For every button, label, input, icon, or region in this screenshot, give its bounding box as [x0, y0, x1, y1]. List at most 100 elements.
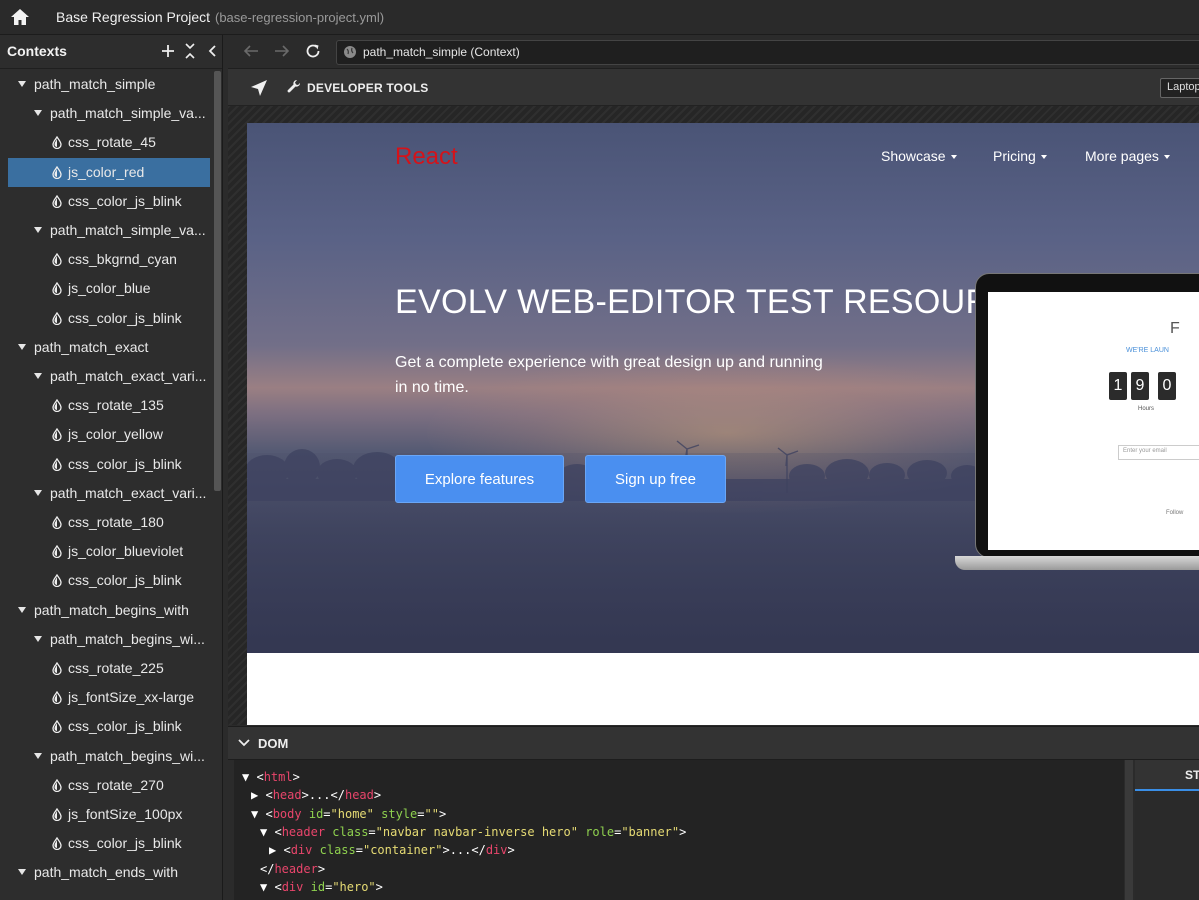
dom-token: id [308, 806, 324, 821]
tree-context-item[interactable]: css_rotate_270 [8, 771, 210, 800]
tree-context-item[interactable]: css_color_js_blink [8, 566, 210, 595]
dom-token: > [507, 843, 515, 858]
dom-token: class [319, 843, 356, 858]
dom-token: head [344, 788, 374, 803]
dom-node-line[interactable]: ▼ <html> [242, 768, 300, 786]
tree-folder-item[interactable]: path_match_exact [8, 333, 210, 362]
site-hero[interactable]: React Showcase Pricing More pages EVOLV … [247, 123, 1199, 653]
tree-item-label: js_color_blue [68, 280, 151, 297]
dom-node-line[interactable]: ▼ <body id="home" style=""> [251, 805, 446, 823]
site-brand-logo[interactable]: React [395, 143, 458, 171]
caret-down-icon[interactable] [34, 752, 42, 759]
laptop-launch-text: WE'RE LAUN [1126, 347, 1169, 354]
sign-up-free-button[interactable]: Sign up free [585, 455, 726, 503]
dom-token: </ [260, 861, 275, 876]
chevron-down-icon[interactable] [238, 738, 250, 748]
tree-folder-item[interactable]: path_match_simple [8, 70, 210, 99]
styles-tab[interactable]: STYLES [1135, 760, 1199, 791]
tree-folder-item[interactable]: path_match_begins_wi... [8, 625, 210, 654]
tree-context-item[interactable]: js_fontSize_xx-large [8, 683, 210, 712]
caret-down-icon[interactable] [18, 869, 26, 876]
caret-down-icon[interactable] [34, 227, 42, 233]
tree-folder-item[interactable]: path_match_simple_va... [8, 99, 210, 128]
menu-pricing[interactable]: Pricing [993, 148, 1047, 164]
project-file-name: (base-regression-project.yml) [215, 10, 385, 25]
home-icon[interactable] [10, 7, 30, 27]
back-icon[interactable] [242, 42, 260, 60]
tree-context-item[interactable]: css_rotate_45 [8, 128, 210, 157]
tree-context-item[interactable]: css_color_js_blink [8, 712, 210, 741]
menu-more-pages[interactable]: More pages [1085, 148, 1170, 164]
url-text: path_match_simple (Context) [363, 45, 520, 59]
collapse-all-icon[interactable] [182, 42, 198, 60]
tree-context-item[interactable]: css_color_js_blink [8, 450, 210, 479]
contexts-sidebar: Contexts path_match_simple path_match_sim… [0, 35, 223, 900]
tree-item-label: path_match_begins_with [34, 601, 189, 618]
droplet-icon [52, 808, 62, 821]
tree-context-item[interactable]: css_rotate_180 [8, 508, 210, 537]
droplet-icon [52, 311, 62, 325]
collapse-sidebar-icon[interactable] [204, 42, 220, 60]
tree-folder-item[interactable]: path_match_exact_vari... [8, 362, 210, 391]
dom-scrollbar[interactable] [1125, 760, 1133, 900]
caret-down-icon[interactable] [34, 635, 42, 642]
droplet-icon [52, 428, 62, 442]
dom-token: role [585, 824, 615, 839]
tree-folder-item[interactable]: path_match_simple_va... [8, 216, 210, 245]
tree-context-item[interactable]: js_color_blue [8, 274, 210, 303]
tree-context-item[interactable]: js_color_red [8, 157, 210, 187]
laptop-base [955, 556, 1199, 570]
dom-token: "banner" [621, 824, 680, 839]
tree-context-item[interactable]: js_color_blueviolet [8, 537, 210, 566]
tree-context-item[interactable]: css_bkgrnd_cyan [8, 245, 210, 274]
forward-icon[interactable] [273, 42, 291, 60]
caret-down-icon[interactable] [18, 81, 26, 87]
tree-folder-item[interactable]: path_match_ends_with [8, 858, 210, 887]
dom-panel-header[interactable]: DOM [228, 726, 1199, 760]
tree-item-label: css_rotate_45 [68, 134, 156, 151]
device-select-value: Laptop [1167, 81, 1199, 93]
device-select[interactable]: Laptop [1160, 78, 1199, 98]
title-bar: Base Regression Project (base-regression… [0, 0, 1199, 35]
dom-node-line[interactable]: ▼ <header class="navbar navbar-inverse h… [260, 823, 686, 841]
tree-item-label: path_match_begins_wi... [50, 747, 205, 764]
droplet-icon [52, 253, 62, 267]
sidebar-header: Contexts [0, 35, 222, 69]
dom-node-line[interactable]: ▼ <div id="hero"> [260, 878, 383, 896]
tree-context-item[interactable]: js_fontSize_100px [8, 800, 210, 829]
tree-item-label: path_match_simple_va... [50, 222, 206, 238]
caret-down-icon[interactable] [34, 110, 42, 117]
tree-context-item[interactable]: css_color_js_blink [8, 829, 210, 858]
reload-icon[interactable] [304, 42, 322, 60]
caret-down-icon[interactable] [34, 373, 42, 379]
tree-context-item[interactable]: css_rotate_225 [8, 654, 210, 683]
dom-token: > [679, 824, 687, 839]
tree-context-item[interactable]: css_color_js_blink [8, 304, 210, 333]
location-arrow-icon[interactable] [250, 79, 268, 97]
tree-folder-item[interactable]: path_match_begins_with [8, 596, 210, 625]
caret-down-icon[interactable] [18, 343, 26, 350]
dom-node-line[interactable]: ▶ <div class="container">...</div> [269, 841, 515, 859]
tree-folder-item[interactable]: path_match_begins_wi... [8, 742, 210, 771]
dom-node-line[interactable]: </header> [260, 860, 325, 878]
developer-tools-button[interactable]: DEVELOPER TOOLS [286, 78, 436, 98]
url-bar[interactable]: path_match_simple (Context) [336, 40, 1199, 65]
add-context-icon[interactable] [160, 42, 176, 60]
droplet-icon [52, 516, 62, 529]
tree-item-label: js_fontSize_100px [68, 806, 183, 822]
explore-features-button[interactable]: Explore features [395, 455, 564, 503]
dom-node-line[interactable]: ▶ <head>...</head> [251, 786, 381, 804]
droplet-icon [52, 136, 62, 150]
tree-folder-item[interactable]: path_match_exact_vari... [8, 479, 210, 508]
caret-down-icon[interactable] [18, 606, 26, 613]
tree-context-item[interactable]: css_rotate_135 [8, 391, 210, 420]
tree-context-item[interactable]: css_color_js_blink [8, 187, 210, 216]
site-viewport[interactable]: React Showcase Pricing More pages EVOLV … [247, 123, 1199, 725]
tree-item-label: js_fontSize_xx-large [68, 689, 195, 706]
dom-token [302, 807, 309, 821]
caret-down-icon[interactable] [34, 489, 42, 496]
tree-item-label: css_rotate_135 [68, 397, 164, 414]
menu-showcase[interactable]: Showcase [881, 148, 957, 164]
sidebar-scrollbar[interactable] [214, 71, 221, 491]
tree-context-item[interactable]: js_color_yellow [8, 420, 210, 449]
